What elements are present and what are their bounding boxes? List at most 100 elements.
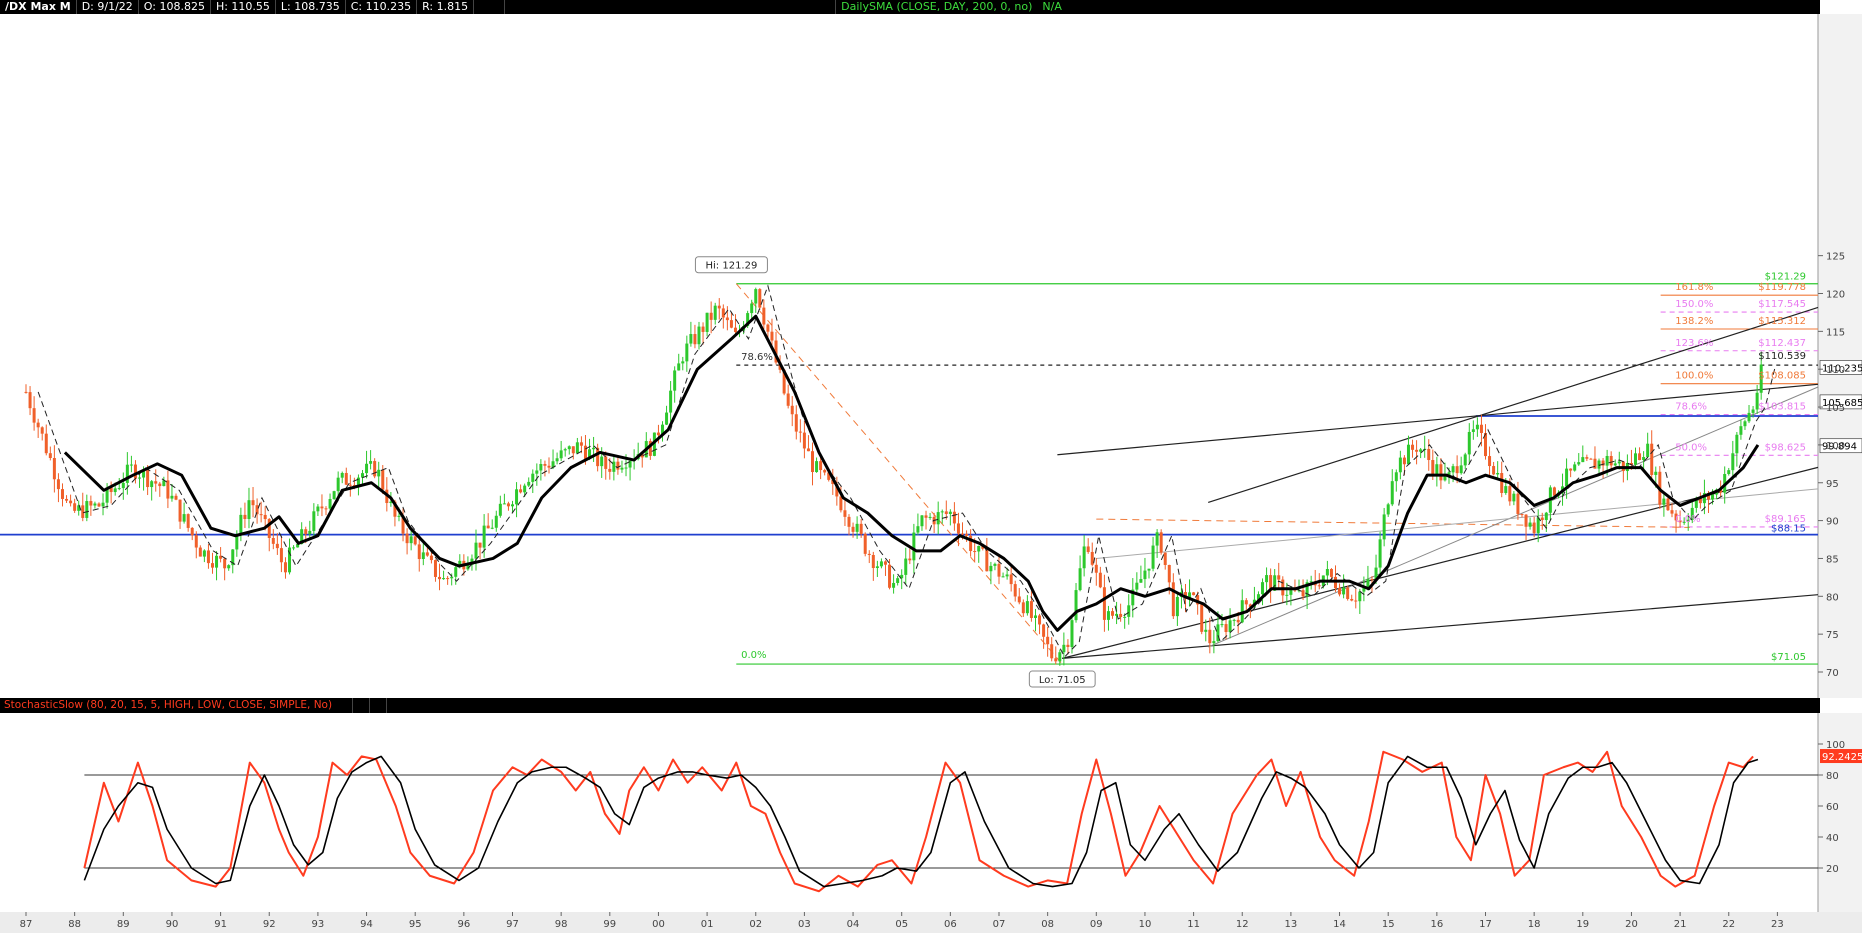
header-divider (336, 698, 354, 713)
candle-down (758, 289, 762, 308)
candle-up (239, 514, 243, 536)
study-label[interactable]: DailySMA (CLOSE, DAY, 200, 0, no) (836, 0, 1037, 14)
candle-down (48, 453, 52, 459)
stochastic-label[interactable]: StochasticSlow (80, 20, 15, 5, HIGH, LOW… (0, 699, 336, 711)
candle-down (271, 537, 275, 544)
candle-up (150, 481, 154, 488)
candle-up (1496, 473, 1500, 475)
candle-up (1605, 455, 1609, 466)
candle-down (158, 483, 162, 487)
candle-up (1123, 616, 1127, 618)
candle-down (279, 548, 283, 563)
candle-down (44, 433, 48, 454)
fib-pct-label: 0.0% (741, 650, 766, 661)
candle-down (823, 470, 827, 473)
candle-down (1638, 453, 1642, 461)
candle-down (1119, 613, 1123, 618)
header-divider (370, 698, 388, 713)
level-lines (0, 283, 1818, 665)
candle-up (555, 458, 559, 462)
candle-up (93, 503, 97, 506)
x-tick-label: 18 (1528, 919, 1541, 930)
candle-up (1135, 582, 1139, 590)
close-value: C: 110.235 (346, 0, 418, 14)
x-tick-label: 21 (1674, 919, 1687, 930)
candle-down (1098, 572, 1102, 588)
candle-down (997, 563, 1001, 577)
candle-up (474, 542, 478, 559)
candle-down (1163, 552, 1167, 565)
high-value: H: 110.55 (211, 0, 276, 14)
time-axis[interactable]: 87 88 89 90 91 92 93 94 95 96 97 98 99 00 01 02 03 04 05 06… (0, 912, 1862, 933)
candle-up (454, 567, 458, 577)
candle-up (1382, 514, 1386, 540)
y-tick-label: 120 (1826, 290, 1845, 301)
x-tick-label: 97 (506, 919, 519, 930)
candle-up (308, 530, 312, 535)
candle-up (948, 511, 952, 514)
x-tick-label: 94 (360, 919, 373, 930)
candle-up (101, 502, 105, 507)
candle-down (547, 465, 551, 468)
candle-up (1074, 590, 1078, 621)
y-tick-label: 70 (1826, 668, 1839, 679)
x-tick-label: 19 (1576, 919, 1589, 930)
level-labels: $121.29 $110.539 $88.15 $71.05 78.6% 0.0% 161.… (694, 256, 1862, 688)
candle-up (989, 565, 993, 572)
candle-down (166, 480, 170, 499)
x-tick-label: 99 (603, 919, 616, 930)
candle-down (97, 503, 101, 507)
candle-up (1471, 429, 1475, 432)
candle-up (993, 563, 997, 566)
candle-up (1220, 624, 1224, 626)
candle-up (1565, 468, 1569, 487)
candle-up (129, 464, 133, 466)
candle-down (1500, 473, 1504, 493)
candle-up (689, 334, 693, 344)
candle-down (725, 317, 729, 321)
candle-down (1236, 619, 1240, 623)
candle-down (1038, 615, 1042, 625)
candle-down (251, 500, 255, 506)
candle-up (673, 370, 677, 391)
candle-down (174, 495, 178, 500)
fib-price-label: $98.625 (1765, 442, 1806, 453)
candle-down (811, 451, 815, 473)
stochastic-chart[interactable]: 1008060402092.2425 (0, 713, 1862, 912)
candle-up (936, 512, 940, 525)
candle-down (1415, 449, 1419, 452)
candle-up (1398, 457, 1402, 473)
x-tick-label: 13 (1285, 919, 1298, 930)
candle-down (1488, 456, 1492, 467)
candle-up (665, 412, 669, 425)
x-tick-label: 00 (652, 919, 665, 930)
candle-down (1021, 602, 1025, 614)
candle-up (312, 511, 316, 531)
candle-down (283, 562, 287, 573)
candle-down (851, 526, 855, 532)
price-chart[interactable]: $121.29 $110.539 $88.15 $71.05 78.6% 0.0% 161.… (0, 14, 1862, 698)
candle-up (1727, 470, 1731, 474)
y-tick-label: 40 (1826, 833, 1839, 844)
y-tick-label: 20 (1826, 864, 1839, 875)
candle-down (73, 503, 77, 511)
candle-down (766, 324, 770, 332)
symbol-label[interactable]: /DX Max M (0, 0, 77, 14)
chart-header-bar: /DX Max M D: 9/1/22 O: 108.825 H: 110.55 L: … (0, 0, 1820, 14)
candle-up (1342, 587, 1346, 595)
candle-up (916, 526, 920, 533)
date-value: D: 9/1/22 (77, 0, 139, 14)
candle-up (977, 545, 981, 552)
candle-down (1411, 444, 1415, 450)
trend-line (1207, 386, 1819, 648)
y-tick-label: 95 (1826, 479, 1839, 490)
settings-icon[interactable] (1834, 0, 1852, 14)
candle-down (154, 481, 158, 484)
header-divider (505, 0, 837, 14)
candle-up (879, 561, 883, 567)
y-tick-label: 105 (1826, 403, 1845, 414)
candle-down (794, 414, 798, 432)
candle-down (1520, 513, 1524, 515)
candle-down (543, 463, 547, 466)
candle-up (365, 463, 369, 474)
